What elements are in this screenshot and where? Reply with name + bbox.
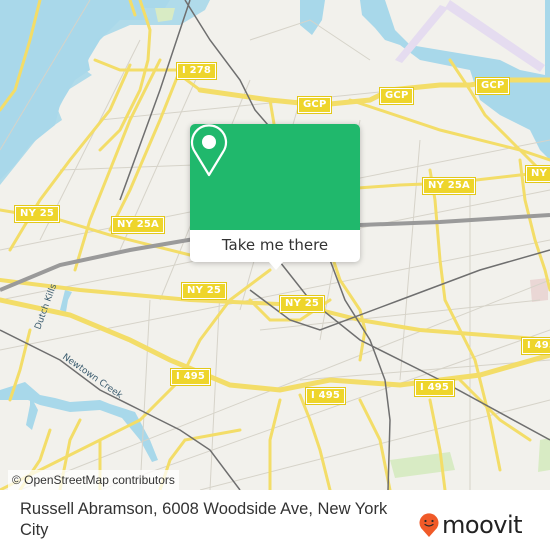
water-dutch-kills-2 <box>60 290 72 312</box>
water-east-river-2 <box>0 0 210 185</box>
water-top-right <box>300 0 325 35</box>
road-shield-ny25: NY 25 <box>180 282 228 300</box>
moovit-smiley-pin-icon <box>419 513 439 537</box>
road-shield-i495: I 495 <box>520 337 550 355</box>
moovit-wordmark: moovit <box>442 511 523 539</box>
road-shield-i495: I 495 <box>413 379 456 397</box>
park-1 <box>390 452 455 478</box>
popup-header <box>190 124 360 230</box>
road-shield-i495: I 495 <box>304 387 347 405</box>
map-attribution[interactable]: © OpenStreetMap contributors <box>8 470 179 490</box>
popup-pointer <box>268 261 284 270</box>
map-canvas[interactable]: Dutch Kills Newtown Creek I 278 GCP GCP … <box>0 0 550 490</box>
park-3 <box>538 438 550 472</box>
road-shield-gcp: GCP <box>296 96 333 114</box>
location-popup: Take me there <box>190 124 360 270</box>
road-shield-ny25: NY 25 <box>278 295 326 313</box>
road-shield-ny25a: NY 25A <box>111 216 165 234</box>
footer: Russell Abramson, 6008 Woodside Ave, New… <box>0 490 550 550</box>
park-2 <box>155 8 175 22</box>
road-shield-i495: I 495 <box>169 368 212 386</box>
road-shield-ny25a: NY 25A <box>422 177 476 195</box>
place-address: Russell Abramson, 6008 Woodside Ave, New… <box>20 500 388 539</box>
take-me-there-button[interactable]: Take me there <box>190 230 360 262</box>
road-shield-gcp: GCP <box>378 87 415 105</box>
road-shield-ny25: NY 25 <box>13 205 61 223</box>
road-shield-i278: I 278 <box>175 62 218 80</box>
location-pin-icon <box>190 124 228 177</box>
water-label-newtown-creek: Newtown Creek <box>60 352 124 401</box>
road-shield-gcp: GCP <box>474 77 511 95</box>
road-shield-ny25a: NY 25A <box>525 165 550 183</box>
moovit-logo[interactable]: moovit <box>418 511 523 539</box>
